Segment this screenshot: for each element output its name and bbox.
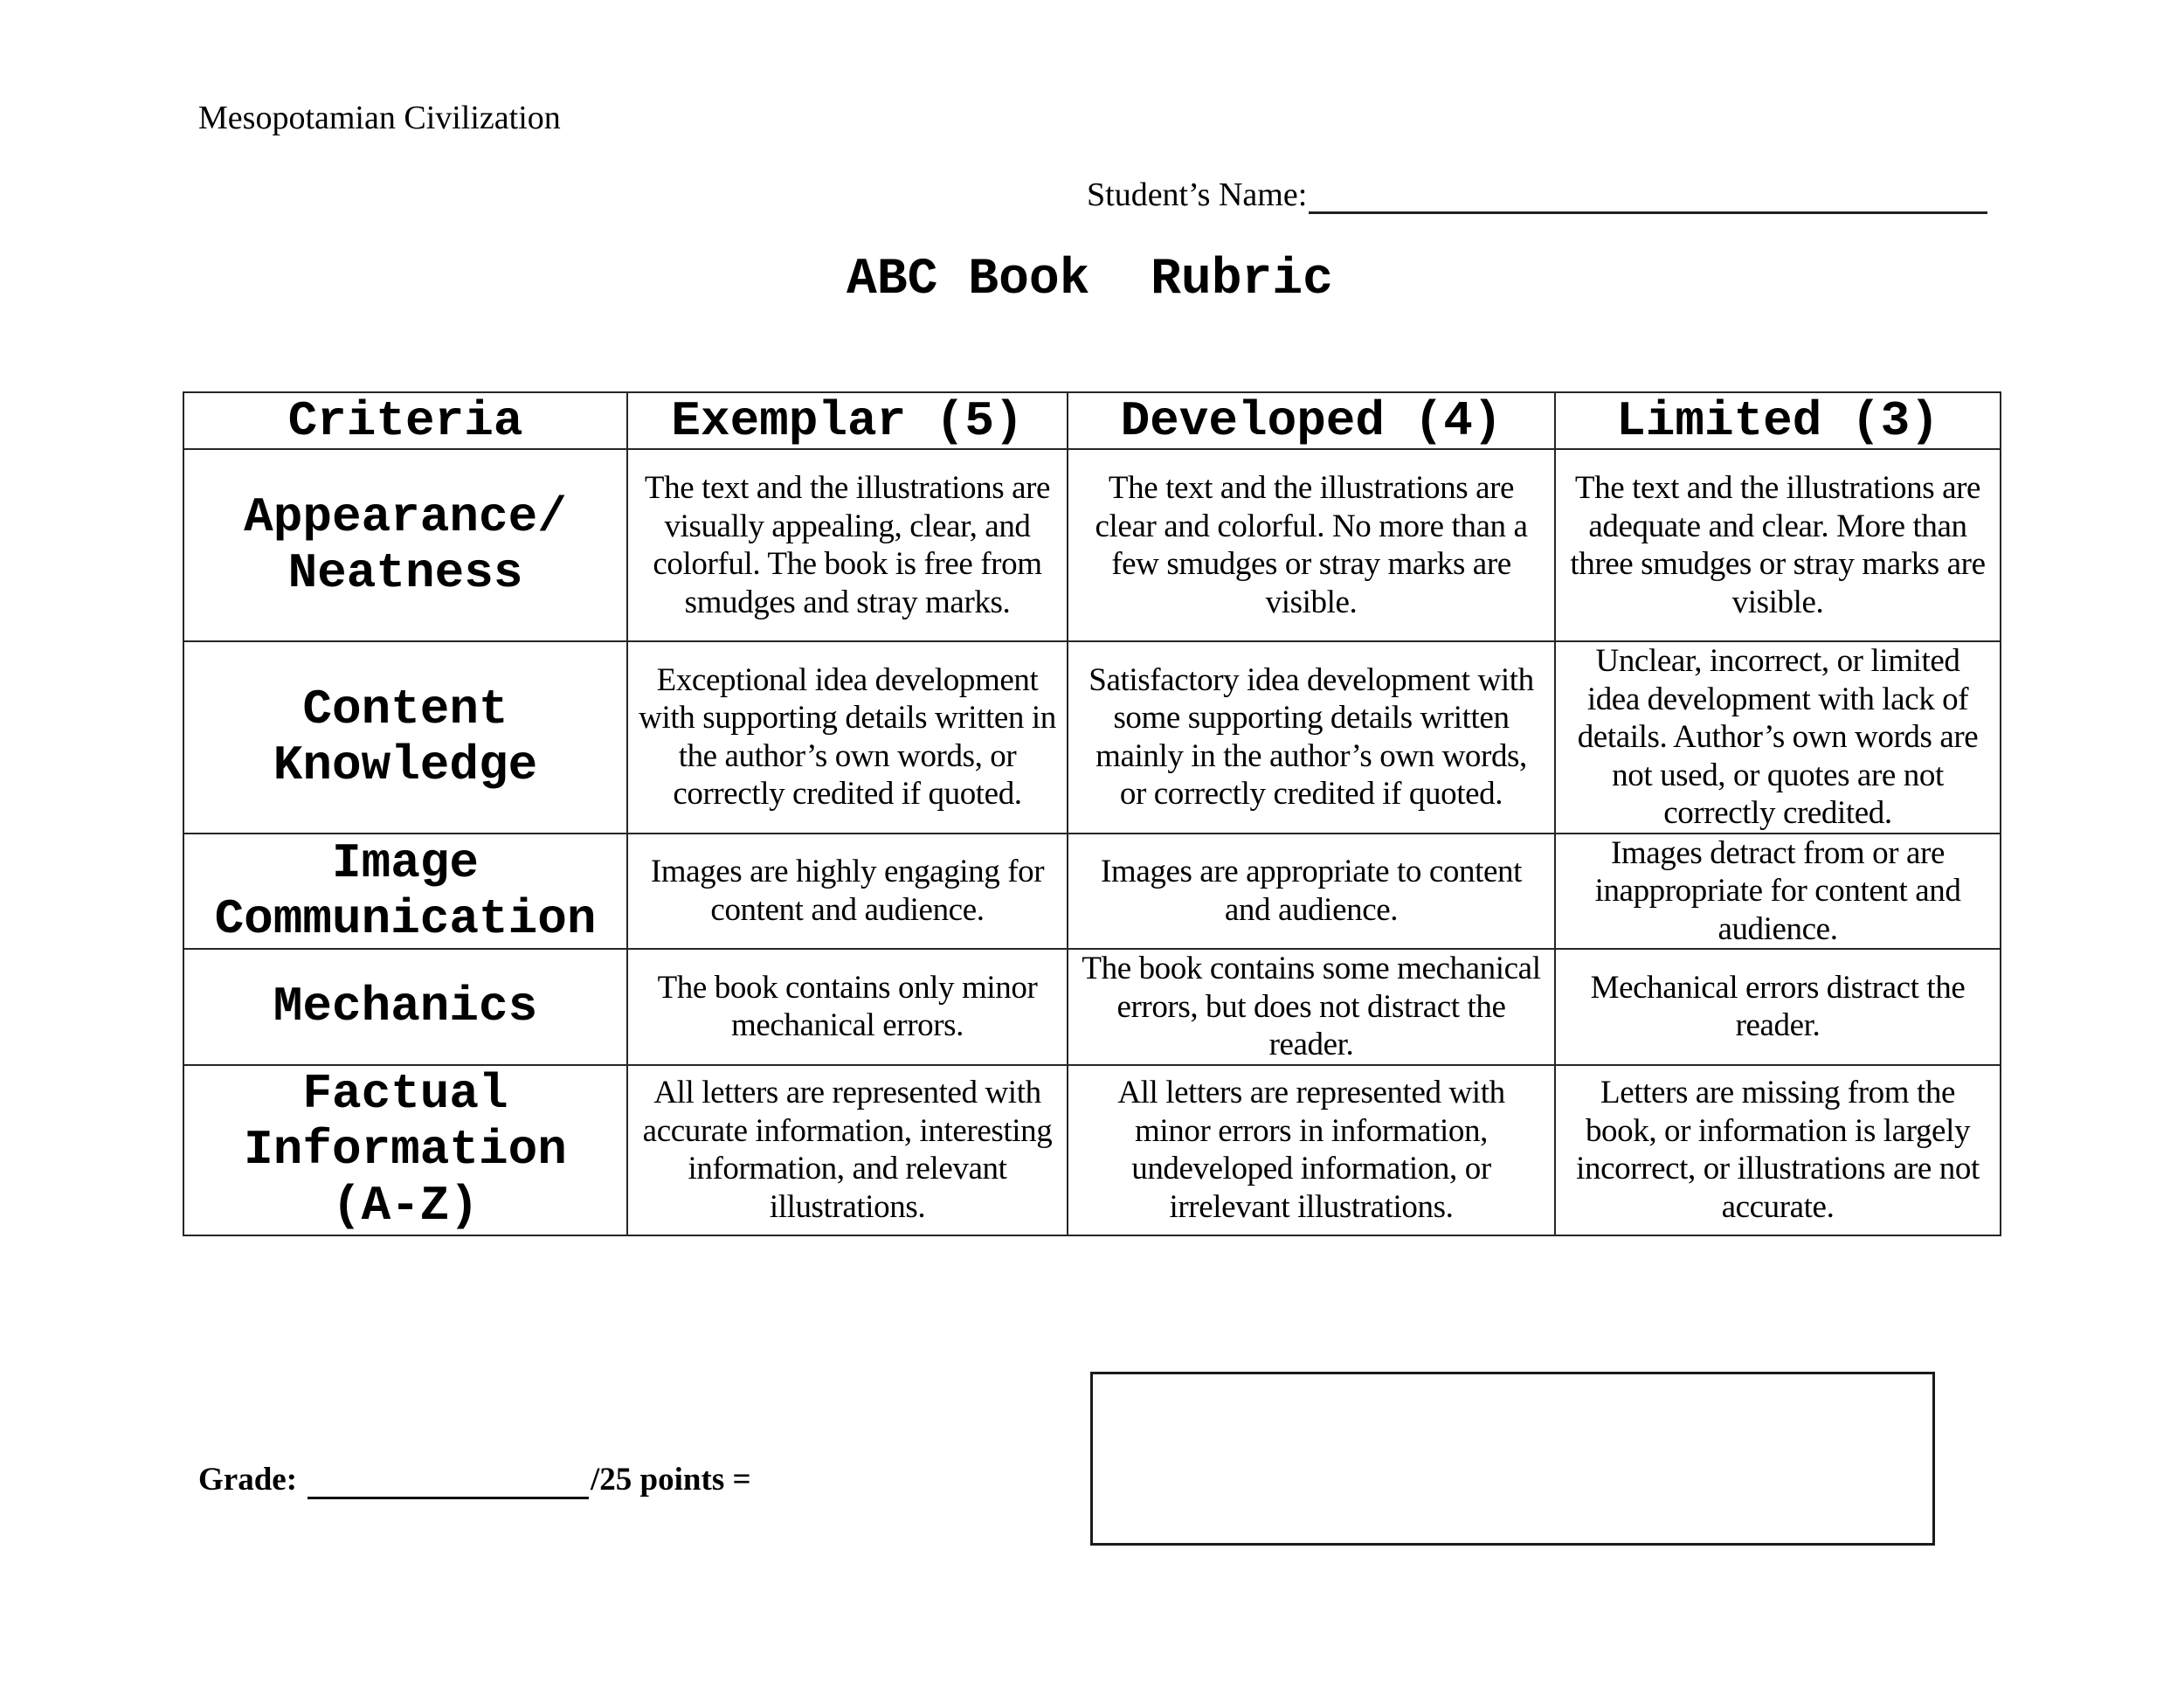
- student-name-line: Student’s Name:: [1087, 176, 1988, 214]
- grade-line: Grade: /25 points =: [198, 1461, 751, 1499]
- rubric-table: Criteria Exemplar (5) Developed (4) Limi…: [183, 391, 2001, 1236]
- grade-label: Grade:: [198, 1462, 298, 1498]
- developed-cell: The text and the illustrations are clear…: [1067, 448, 1556, 642]
- grade-blank[interactable]: [308, 1465, 590, 1499]
- criteria-label: Factual Information (A-Z): [244, 1066, 567, 1234]
- table-row: Image Communication Images are highly en…: [183, 832, 2001, 950]
- criteria-cell: Factual Information (A-Z): [183, 1063, 628, 1236]
- exemplar-cell: The text and the illustrations are visua…: [626, 448, 1068, 642]
- table-row: Mechanics The book contains only minor m…: [183, 948, 2001, 1066]
- limited-cell: Unclear, incorrect, or limited idea deve…: [1554, 640, 2001, 834]
- criteria-cell: Image Communication: [183, 832, 628, 950]
- exemplar-cell: Images are highly engaging for content a…: [626, 832, 1068, 950]
- student-name-blank[interactable]: [1309, 178, 1988, 214]
- points-label: /25 points =: [591, 1462, 751, 1498]
- exemplar-cell: All letters are represented with accurat…: [626, 1063, 1068, 1236]
- table-row: Content Knowledge Exceptional idea devel…: [183, 640, 2001, 834]
- criteria-cell: Appearance/ Neatness: [183, 448, 628, 642]
- page-title: ABC Book Rubric: [0, 252, 2184, 309]
- criteria-cell: Content Knowledge: [183, 640, 628, 834]
- limited-cell: Images detract from or are inappropriate…: [1554, 832, 2001, 950]
- criteria-label: Content Knowledge: [273, 681, 538, 793]
- developed-cell: Images are appropriate to content and au…: [1067, 832, 1556, 950]
- criteria-cell: Mechanics: [183, 948, 628, 1066]
- limited-cell: The text and the illustrations are adequ…: [1554, 448, 2001, 642]
- column-header-criteria: Criteria: [183, 391, 628, 450]
- table-row: Appearance/ Neatness The text and the il…: [183, 448, 2001, 642]
- limited-cell: Mechanical errors distract the reader.: [1554, 948, 2001, 1066]
- page-title-text: ABC Book Rubric: [847, 252, 1333, 308]
- student-name-label: Student’s Name:: [1087, 176, 1308, 213]
- developed-cell: All letters are represented with minor e…: [1067, 1063, 1556, 1236]
- criteria-label: Image Communication: [214, 834, 597, 947]
- column-header-limited: Limited (3): [1554, 391, 2001, 450]
- exemplar-cell: Exceptional idea development with suppor…: [626, 640, 1068, 834]
- table-row: Factual Information (A-Z) All letters ar…: [183, 1063, 2001, 1236]
- criteria-label: Mechanics: [273, 979, 538, 1035]
- exemplar-cell: The book contains only minor mechanical …: [626, 948, 1068, 1066]
- rubric-header-row: Criteria Exemplar (5) Developed (4) Limi…: [183, 391, 2001, 450]
- developed-cell: The book contains some mechanical errors…: [1067, 948, 1556, 1066]
- final-grade-box[interactable]: [1090, 1372, 1935, 1546]
- course-title: Mesopotamian Civilization: [198, 100, 561, 136]
- column-header-exemplar: Exemplar (5): [626, 391, 1068, 450]
- limited-cell: Letters are missing from the book, or in…: [1554, 1063, 2001, 1236]
- column-header-developed: Developed (4): [1067, 391, 1556, 450]
- criteria-label: Appearance/ Neatness: [244, 489, 567, 601]
- developed-cell: Satisfactory idea development with some …: [1067, 640, 1556, 834]
